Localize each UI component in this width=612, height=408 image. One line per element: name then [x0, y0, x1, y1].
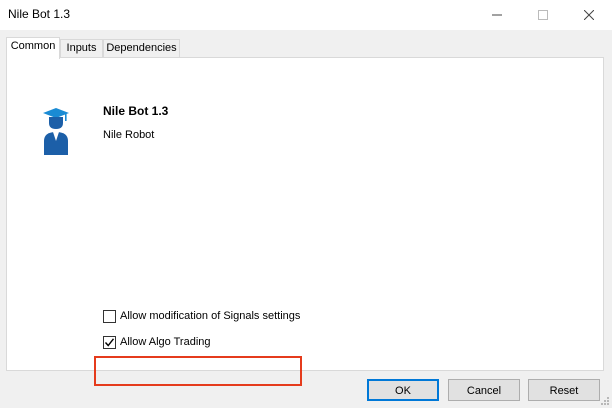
cancel-button[interactable]: Cancel: [448, 379, 520, 401]
graduate-icon: [43, 108, 69, 155]
allow-signals-option[interactable]: Allow modification of Signals settings: [103, 309, 300, 323]
close-button[interactable]: [566, 0, 612, 30]
tab-inputs-label: Inputs: [66, 42, 97, 54]
title-bar: Nile Bot 1.3: [0, 0, 612, 30]
check-icon: [104, 337, 115, 347]
app-description: Nile Robot: [103, 129, 155, 141]
dialog-body: Common Inputs Dependencies Nile Bot 1.3 …: [0, 30, 612, 408]
tab-dependencies[interactable]: Dependencies: [103, 39, 180, 57]
tab-common[interactable]: Common: [6, 37, 60, 59]
allow-signals-label: Allow modification of Signals settings: [120, 310, 301, 322]
tab-panel-common: Nile Bot 1.3 Nile Robot Allow modificati…: [6, 57, 604, 386]
window-title: Nile Bot 1.3: [8, 7, 71, 21]
app-name: Nile Bot 1.3: [103, 104, 169, 118]
allow-algo-option[interactable]: Allow Algo Trading: [103, 335, 211, 349]
reset-button[interactable]: Reset: [528, 379, 600, 401]
allow-algo-label: Allow Algo Trading: [120, 336, 211, 348]
ok-button[interactable]: OK: [367, 379, 439, 401]
tab-common-label: Common: [10, 40, 56, 52]
maximize-button[interactable]: [520, 0, 566, 30]
close-icon: [584, 10, 594, 20]
tab-inputs[interactable]: Inputs: [60, 39, 103, 57]
highlight-box: [94, 356, 302, 386]
tab-dependencies-label: Dependencies: [106, 42, 177, 54]
maximize-icon: [538, 10, 548, 20]
resize-grip-icon[interactable]: [600, 396, 610, 406]
minimize-button[interactable]: [474, 0, 520, 30]
allow-algo-checkbox[interactable]: [103, 335, 116, 349]
minimize-icon: [492, 14, 502, 16]
allow-signals-checkbox[interactable]: [103, 309, 116, 323]
